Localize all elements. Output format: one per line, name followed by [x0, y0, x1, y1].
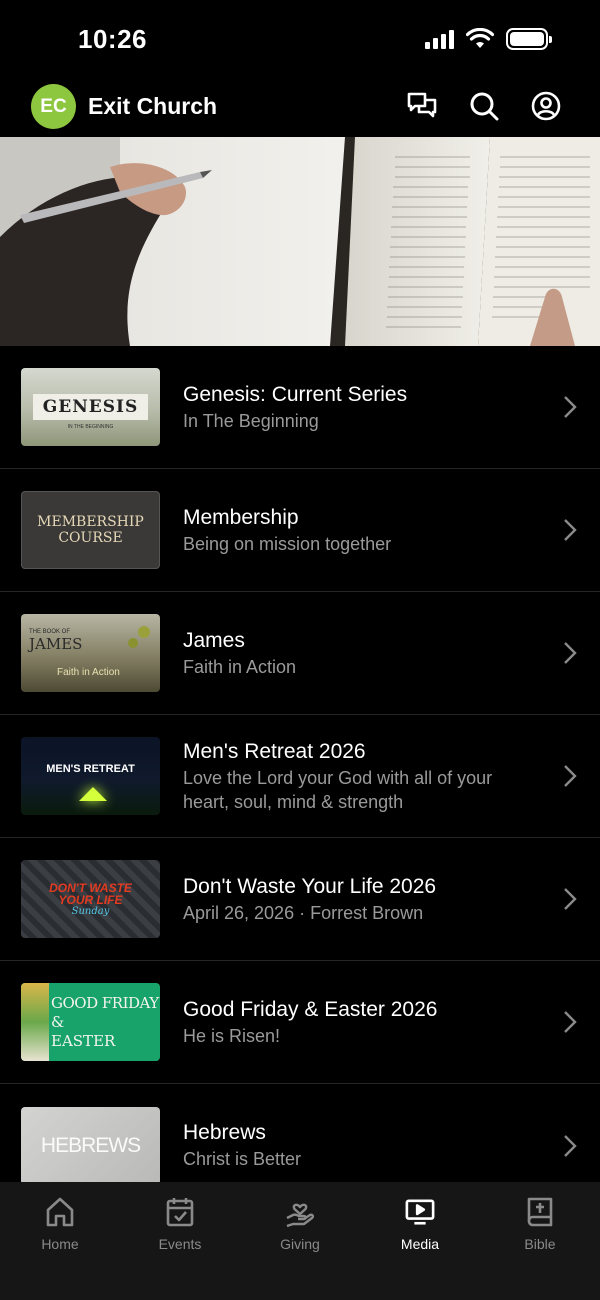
chevron-right-icon — [564, 1134, 577, 1157]
tab-label: Events — [158, 1236, 202, 1252]
thumb-subtitle: Faith in Action — [57, 666, 120, 678]
hand-heart-icon — [286, 1203, 315, 1228]
thumb-title: HEBREWS — [40, 1133, 141, 1157]
series-row-good-friday-easter[interactable]: GOOD FRIDAY & EASTER Good Friday & Easte… — [0, 961, 600, 1084]
status-icons — [425, 28, 552, 50]
tab-events[interactable]: Events — [120, 1182, 240, 1300]
tab-label: Bible — [524, 1236, 556, 1252]
series-title: James — [183, 628, 245, 652]
series-subtitle: April 26, 2026 · Forrest Brown — [183, 902, 424, 923]
series-thumbnail: THE BOOK OF JAMES Faith in Action — [21, 614, 160, 692]
series-title: Membership — [183, 505, 299, 529]
tab-media[interactable]: Media — [360, 1182, 480, 1300]
cellular-signal-icon — [425, 29, 454, 49]
series-thumbnail: MEMBERSHIP COURSE — [21, 491, 160, 569]
tab-label: Giving — [280, 1236, 320, 1252]
calendar-check-icon — [166, 1198, 194, 1227]
account-icon[interactable] — [530, 90, 562, 122]
series-row-genesis[interactable]: GENESIS IN THE BEGINNING Genesis: Curren… — [0, 346, 600, 469]
chevron-right-icon — [564, 765, 577, 787]
chevron-right-icon — [564, 642, 577, 664]
series-subtitle: Christ is Better — [183, 1149, 302, 1169]
tab-label: Home — [41, 1236, 79, 1252]
tab-home[interactable]: Home — [0, 1182, 120, 1300]
hero-illustration — [0, 137, 600, 346]
wifi-icon — [466, 28, 494, 48]
series-subtitle: Faith in Action — [183, 656, 297, 677]
app-title: Exit Church — [88, 93, 218, 119]
series-thumbnail: DON'T WASTE YOUR LIFE Sunday — [21, 860, 160, 938]
thumb-subtitle: IN THE BEGINNING — [67, 424, 114, 430]
thumb-title: MEMBERSHIP — [37, 514, 144, 530]
thumb-title: MEN'S RETREAT — [46, 763, 135, 775]
app-header: EC Exit Church — [0, 80, 600, 136]
chevron-right-icon — [564, 888, 577, 910]
series-subtitle: Love the Lord your God with all of your … — [183, 767, 493, 812]
series-thumbnail: GOOD FRIDAY & EASTER — [21, 983, 160, 1061]
status-time: 10:26 — [78, 24, 147, 54]
thumb-subtitle: Sunday — [71, 905, 110, 917]
thumb-title-line2: & — [51, 1012, 65, 1031]
series-row-membership[interactable]: MEMBERSHIP COURSE Membership Being on mi… — [0, 469, 600, 592]
thumb-title: GENESIS — [42, 397, 139, 417]
status-bar: 10:26 — [0, 0, 600, 78]
series-row-james[interactable]: THE BOOK OF JAMES Faith in Action James … — [0, 592, 600, 715]
battery-icon — [506, 28, 552, 50]
messages-icon[interactable] — [406, 90, 438, 122]
church-logo: EC — [31, 84, 76, 129]
chevron-right-icon — [564, 396, 577, 418]
thumb-subtitle: EASTER — [51, 1031, 116, 1050]
tab-giving[interactable]: Giving — [240, 1182, 360, 1300]
series-thumbnail: HEBREWS — [21, 1106, 160, 1185]
media-series-list: GENESIS IN THE BEGINNING Genesis: Curren… — [0, 346, 600, 1207]
series-title: Men's Retreat 2026 — [183, 739, 366, 763]
tab-bible[interactable]: Bible — [480, 1182, 600, 1300]
series-title: Genesis: Current Series — [183, 382, 408, 406]
bible-icon — [527, 1197, 553, 1227]
series-thumbnail: MEN'S RETREAT — [21, 737, 160, 815]
thumb-title-line2: YOUR LIFE — [58, 892, 123, 907]
series-thumbnail: GENESIS IN THE BEGINNING — [21, 368, 160, 446]
thumb-title: JAMES — [29, 634, 83, 653]
header-actions — [406, 90, 562, 122]
series-title: Hebrews — [183, 1121, 266, 1144]
tab-label: Media — [400, 1236, 440, 1252]
series-title: Don't Waste Your Life 2026 — [183, 874, 437, 898]
series-row-dont-waste-your-life[interactable]: DON'T WASTE YOUR LIFE Sunday Don't Waste… — [0, 838, 600, 961]
chevron-right-icon — [564, 519, 577, 541]
thumb-title: GOOD FRIDAY — [51, 993, 159, 1012]
home-icon — [46, 1197, 74, 1227]
bottom-tab-bar: Home Events Giving Media Bible — [0, 1182, 600, 1300]
series-subtitle: He is Risen! — [183, 1025, 281, 1046]
series-row-mens-retreat[interactable]: MEN'S RETREAT Men's Retreat 2026 Love th… — [0, 715, 600, 838]
hero-image — [0, 137, 600, 346]
tv-play-icon — [405, 1199, 435, 1225]
series-subtitle: Being on mission together — [183, 533, 392, 554]
chevron-right-icon — [564, 1011, 577, 1033]
thumb-title: DON'T WASTE — [49, 880, 132, 895]
thumb-subtitle: COURSE — [58, 530, 123, 546]
series-subtitle: In The Beginning — [183, 410, 319, 431]
search-icon[interactable] — [468, 90, 500, 122]
series-title: Good Friday & Easter 2026 — [183, 997, 438, 1021]
